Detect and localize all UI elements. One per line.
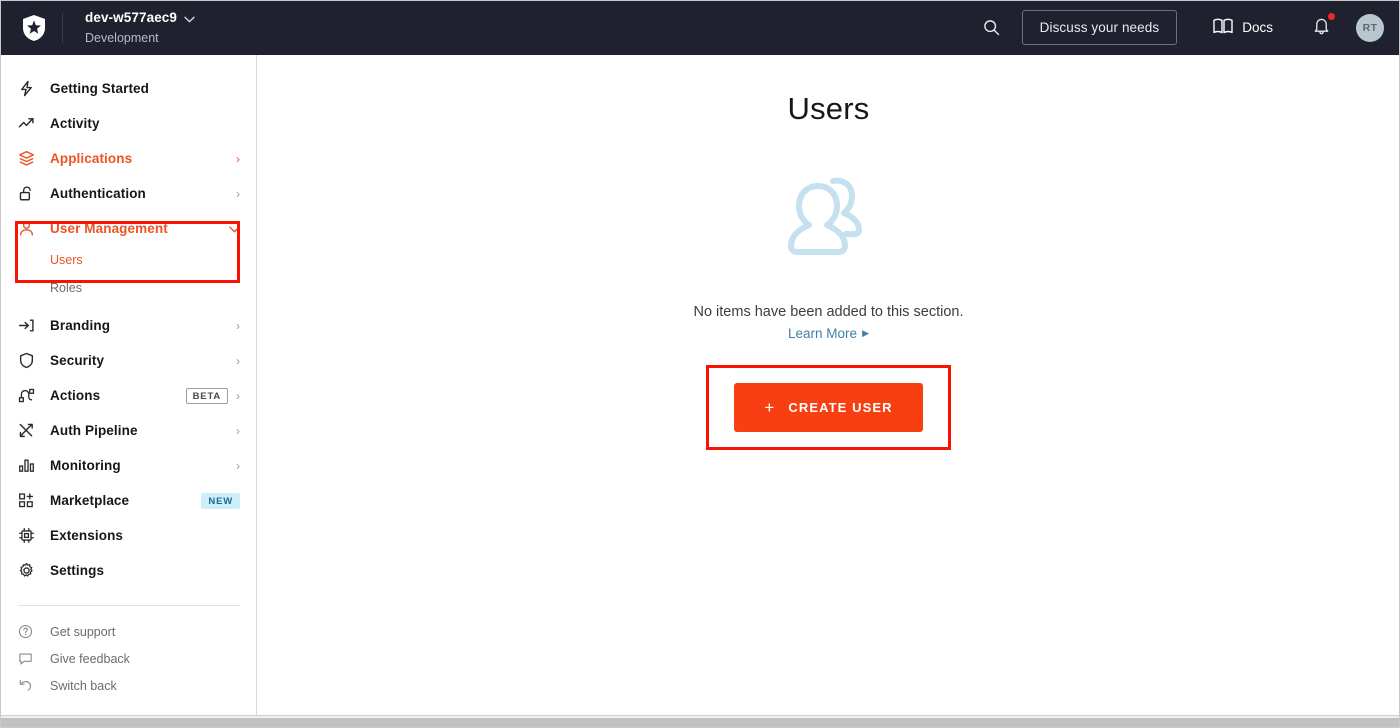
sidebar-item-label: Branding — [50, 318, 111, 333]
tenant-environment: Development — [85, 30, 159, 45]
undo-arrow-icon — [18, 678, 40, 693]
tenant-selector[interactable]: dev-w577aec9 Development — [85, 9, 195, 47]
auth0-shield-logo[interactable] — [14, 14, 54, 42]
chevron-right-icon: › — [236, 423, 240, 438]
sidebar-divider — [18, 605, 240, 606]
bell-icon — [1313, 18, 1330, 39]
docs-label: Docs — [1242, 20, 1273, 35]
chevron-right-icon: › — [236, 353, 240, 368]
sidebar-item-label: Settings — [50, 563, 105, 578]
sidebar-item-user-management[interactable]: User Management — [0, 211, 256, 246]
trend-up-icon — [18, 115, 40, 132]
discuss-your-needs-button[interactable]: Discuss your needs — [1021, 10, 1178, 45]
plus-icon: + — [764, 398, 776, 417]
sidebar-item-label: Marketplace — [50, 493, 130, 508]
chevron-right-icon: › — [236, 388, 240, 403]
sidebar-item-activity[interactable]: Activity — [0, 106, 256, 141]
sidebar-item-monitoring[interactable]: Monitoring › — [0, 448, 256, 483]
shield-icon — [18, 352, 40, 369]
top-navigation-bar: dev-w577aec9 Development Discuss your ne… — [0, 0, 1400, 55]
sidebar-item-label: Auth Pipeline — [50, 423, 138, 438]
bar-chart-icon — [18, 457, 40, 474]
sidebar-item-label: Activity — [50, 116, 100, 131]
beta-badge: BETA — [185, 387, 228, 404]
sidebar-footer-nav: Get support Give feedback Switch back — [0, 595, 256, 715]
sidebar-item-auth-pipeline[interactable]: Auth Pipeline › — [0, 413, 256, 448]
sidebar-item-settings[interactable]: Settings — [0, 553, 256, 588]
sidebar-item-applications[interactable]: Applications › — [0, 141, 256, 176]
two-users-illustration — [777, 175, 881, 272]
triangle-right-icon: ▶ — [862, 328, 869, 338]
sidebar-footer-label: Switch back — [50, 678, 117, 693]
sidebar-item-getting-started[interactable]: Getting Started — [0, 71, 256, 106]
chevron-right-icon: › — [236, 151, 240, 166]
sidebar-item-get-support[interactable]: Get support — [0, 618, 256, 645]
learn-more-label: Learn More — [788, 326, 858, 341]
sidebar-subitem-users[interactable]: Users — [0, 246, 256, 274]
horizontal-scrollbar-thumb[interactable] — [0, 717, 1400, 727]
arrow-into-bracket-icon — [18, 317, 40, 334]
sidebar-item-branding[interactable]: Branding › — [0, 308, 256, 343]
chevron-right-icon: › — [236, 318, 240, 333]
tenant-name: dev-w577aec9 — [85, 10, 178, 26]
sidebar-main-nav: Getting Started Activity Applications › … — [0, 71, 256, 588]
sidebar-item-actions[interactable]: Actions BETA › — [0, 378, 256, 413]
topbar-actions: Discuss your needs Docs RT — [973, 8, 1384, 48]
layers-icon — [18, 150, 40, 167]
chevron-down-icon — [184, 9, 195, 29]
sidebar-item-label: Getting Started — [50, 81, 150, 96]
create-user-button-label: CREATE USER — [788, 400, 893, 415]
avatar[interactable]: RT — [1356, 13, 1384, 42]
sidebar-item-label: Monitoring — [50, 458, 121, 473]
sidebar-item-security[interactable]: Security › — [0, 343, 256, 378]
docs-link[interactable]: Docs — [1199, 10, 1287, 45]
auth0-dashboard: dev-w577aec9 Development Discuss your ne… — [0, 0, 1400, 728]
book-icon — [1213, 18, 1233, 37]
page-title: Users — [787, 91, 870, 126]
lightning-bolt-icon — [18, 80, 40, 97]
topbar-divider — [62, 12, 63, 43]
chip-icon — [18, 527, 40, 544]
search-icon[interactable] — [973, 13, 1010, 42]
sidebar-item-label: Security — [50, 353, 105, 368]
grid-plus-icon — [18, 492, 40, 509]
empty-state-message: No items have been added to this section… — [693, 304, 964, 320]
sidebar-item-give-feedback[interactable]: Give feedback — [0, 645, 256, 672]
sidebar-item-label: Extensions — [50, 528, 124, 543]
actions-node-icon — [18, 387, 40, 404]
sidebar-item-label: User Management — [50, 221, 168, 236]
sidebar-item-extensions[interactable]: Extensions — [0, 518, 256, 553]
create-user-button[interactable]: + CREATE USER — [734, 383, 923, 432]
person-icon — [18, 220, 40, 237]
sidebar-footer-label: Get support — [50, 624, 116, 639]
sidebar-subitem-roles[interactable]: Roles — [0, 274, 256, 302]
gear-icon — [18, 562, 40, 579]
sidebar-item-authentication[interactable]: Authentication › — [0, 176, 256, 211]
learn-more-link[interactable]: Learn More ▶ — [788, 326, 869, 341]
chevron-down-icon — [229, 223, 240, 235]
sidebar-item-marketplace[interactable]: Marketplace NEW — [0, 483, 256, 518]
sidebar-item-label: Authentication — [50, 186, 146, 201]
unlock-icon — [18, 185, 40, 202]
chevron-right-icon: › — [236, 458, 240, 473]
sidebar-item-label: Actions — [50, 388, 101, 403]
speech-bubble-icon — [18, 651, 40, 666]
sidebar-item-switch-back[interactable]: Switch back — [0, 672, 256, 699]
create-user-cta-wrapper: + CREATE USER — [706, 365, 951, 450]
sidebar: Getting Started Activity Applications › … — [0, 55, 257, 715]
dashboard-body: Getting Started Activity Applications › … — [0, 55, 1400, 715]
notification-badge-dot — [1328, 12, 1335, 20]
main-content: Users No items have been added to this s… — [257, 55, 1400, 715]
chevron-right-icon: › — [236, 186, 240, 201]
crossing-arrows-icon — [18, 422, 40, 439]
sidebar-item-label: Applications — [50, 151, 133, 166]
new-badge: NEW — [201, 492, 240, 509]
sidebar-footer-label: Give feedback — [50, 651, 130, 666]
notifications-button[interactable] — [1303, 8, 1340, 48]
question-circle-icon — [18, 624, 40, 639]
horizontal-scrollbar[interactable] — [0, 715, 1400, 728]
